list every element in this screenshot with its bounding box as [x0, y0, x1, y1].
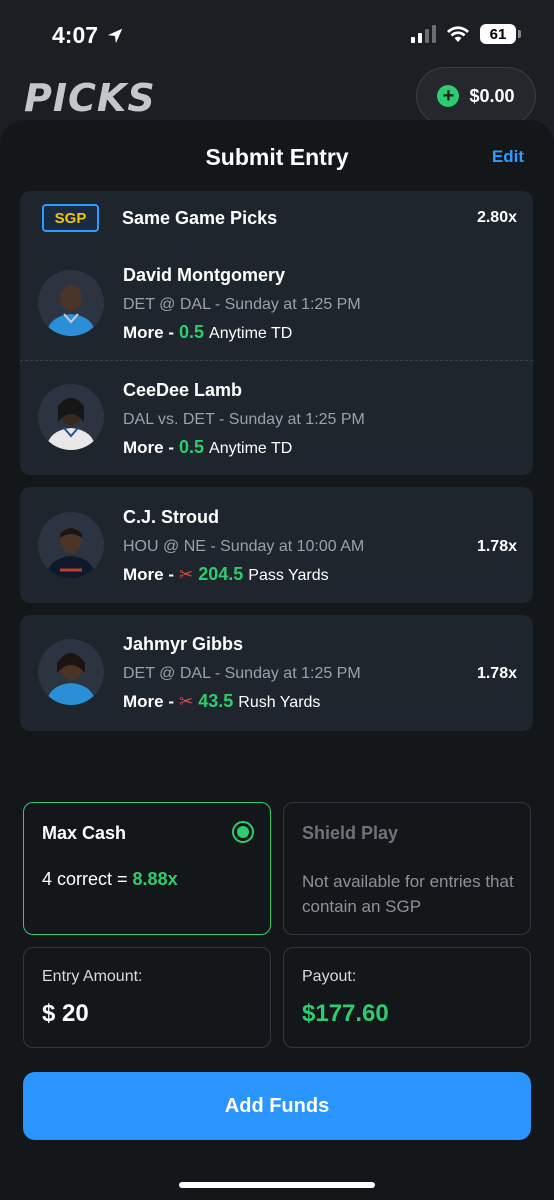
picks-logo: PICKS [24, 76, 156, 120]
player-name: David Montgomery [123, 265, 286, 285]
payout-value: $177.60 [302, 1000, 389, 1027]
max-cash-title: Max Cash [42, 823, 127, 843]
game-info: DET @ DAL - Sunday at 1:25 PM [123, 665, 361, 682]
pick-line: More - 0.5 Anytime TD [123, 322, 292, 343]
location-arrow-icon [107, 28, 123, 43]
stat-type: Anytime TD [209, 325, 293, 342]
pick-multiplier: 1.78x [476, 665, 517, 682]
player-avatar [38, 512, 104, 578]
add-funds-plus-icon: + [437, 85, 460, 107]
submit-entry-sheet: Submit Entry Edit SGP Same Game Picks 2.… [0, 120, 554, 1200]
player-avatar [38, 270, 104, 336]
player-name: CeeDee Lamb [123, 380, 243, 400]
pick-line: More - 0.5 Anytime TD [123, 437, 292, 458]
edit-button[interactable]: Edit [492, 147, 524, 167]
player-avatar [38, 639, 104, 705]
balance-button[interactable]: + $0.00 [416, 67, 536, 125]
status-bar: 4:07 61 [0, 0, 554, 70]
stat-type: Rush Yards [238, 694, 321, 711]
entry-amount-label: Entry Amount: [42, 968, 143, 985]
sgp-badge: SGP [42, 204, 99, 232]
sgp-multiplier: 2.80x [476, 209, 517, 226]
sgp-card: SGP Same Game Picks 2.80x David Montgome… [20, 191, 533, 475]
player-headshot-icon [38, 270, 104, 336]
pick-row[interactable]: CeeDee Lamb DAL vs. DET - Sunday at 1:25… [20, 360, 533, 475]
game-info: DET @ DAL - Sunday at 1:25 PM [123, 296, 361, 313]
cellular-signal-icon [411, 25, 436, 43]
entry-amount-card[interactable]: Entry Amount: $ 20 [23, 947, 271, 1048]
selected-radio-icon[interactable] [232, 821, 254, 843]
player-headshot-icon [38, 512, 104, 578]
game-info: HOU @ NE - Sunday at 10:00 AM [123, 538, 365, 555]
sgp-header: SGP Same Game Picks 2.80x [20, 191, 533, 243]
correct-count-label: 4 correct = [42, 869, 133, 889]
scissors-icon: ✂ [179, 565, 194, 584]
stat-type: Pass Yards [248, 567, 329, 584]
entry-amount-value[interactable]: $ 20 [42, 1000, 89, 1028]
line-value: 0.5 [179, 322, 205, 342]
shield-play-note: Not available for entries that contain a… [302, 872, 514, 916]
player-name: C.J. Stroud [123, 507, 220, 527]
status-time: 4:07 [52, 22, 124, 49]
add-funds-button[interactable]: Add Funds [23, 1072, 531, 1140]
balance-amount: $0.00 [469, 85, 515, 106]
direction-label: More - [123, 565, 174, 584]
clock: 4:07 [52, 22, 99, 48]
shield-play-title: Shield Play [302, 823, 399, 843]
max-cash-payout: 4 correct = 8.88x [42, 869, 178, 890]
direction-label: More - [123, 692, 174, 711]
battery-icon: 61 [480, 24, 521, 44]
stat-type: Anytime TD [209, 440, 293, 457]
player-headshot-icon [38, 639, 104, 705]
game-info: DAL vs. DET - Sunday at 1:25 PM [123, 411, 365, 428]
status-icons: 61 [411, 24, 521, 44]
scissors-icon: ✂ [179, 692, 194, 711]
payout-card: Payout: $177.60 [283, 947, 531, 1048]
line-value: 0.5 [179, 437, 205, 457]
home-indicator [179, 1182, 375, 1188]
pick-line: More - ✂ 43.5 Rush Yards [123, 691, 320, 712]
player-name: Jahmyr Gibbs [123, 634, 244, 654]
player-avatar [38, 384, 104, 450]
player-headshot-icon [38, 384, 104, 450]
max-cash-multiplier: 8.88x [132, 869, 178, 889]
wifi-icon [447, 26, 469, 42]
line-value: 43.5 [198, 691, 234, 711]
sgp-title: Same Game Picks [122, 208, 278, 228]
pick-row[interactable]: David Montgomery DET @ DAL - Sunday at 1… [20, 243, 533, 358]
direction-label: More - [123, 323, 174, 342]
pick-card[interactable]: C.J. Stroud HOU @ NE - Sunday at 10:00 A… [20, 487, 533, 603]
line-value: 204.5 [198, 564, 244, 584]
max-cash-option[interactable]: Max Cash 4 correct = 8.88x [23, 802, 271, 935]
pick-line: More - ✂ 204.5 Pass Yards [123, 564, 329, 585]
shield-play-option: Shield Play Not available for entries th… [283, 802, 531, 935]
payout-label: Payout: [302, 968, 357, 985]
sheet-title: Submit Entry [205, 144, 349, 170]
pick-card[interactable]: Jahmyr Gibbs DET @ DAL - Sunday at 1:25 … [20, 615, 533, 731]
pick-multiplier: 1.78x [476, 538, 517, 555]
direction-label: More - [123, 438, 174, 457]
